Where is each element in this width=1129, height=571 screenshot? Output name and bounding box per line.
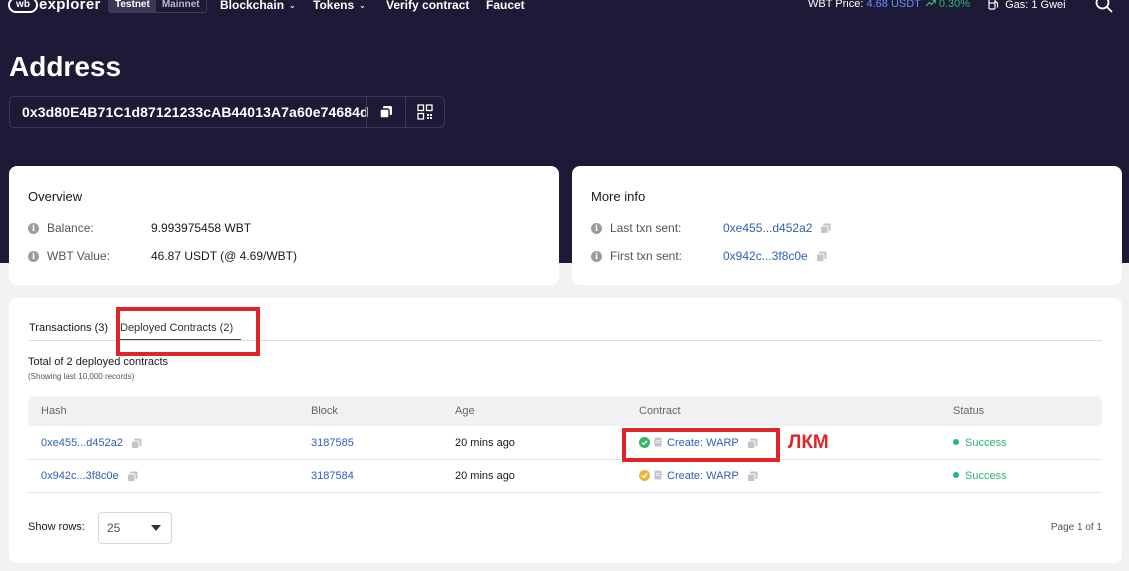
header-block: Block [311, 405, 338, 417]
first-txn-link[interactable]: 0x942c...3f8c0e [723, 249, 808, 263]
caret-down-icon [151, 525, 161, 531]
contract-link[interactable]: Create: WARP [667, 470, 739, 482]
page-indicator: Page 1 of 1 [1050, 522, 1102, 533]
network-mainnet[interactable]: Mainnet [156, 0, 206, 12]
wbt-value-row: i WBT Value: 46.87 USDT (@ 4.69/WBT) [28, 248, 297, 264]
status-label: Success [965, 470, 1007, 482]
total-count: Total of 2 deployed contracts [28, 356, 169, 368]
nav-blockchain-label: Blockchain [220, 0, 285, 12]
network-switch: Testnet Mainnet [108, 0, 207, 13]
gas-value: Gas: 1 Gwei [1005, 0, 1066, 11]
nav-tokens-label: Tokens [313, 0, 355, 12]
wbt-price: WBT Price: 4.68 USDT 0.30% [808, 0, 970, 10]
price-change: 0.30% [938, 0, 971, 10]
info-icon: i [28, 222, 39, 234]
address-box: 0x3d80E4B71C1d87121233cAB44013A7a60e7468… [9, 96, 445, 128]
age-cell: 20 mins ago [455, 437, 515, 449]
showing-note: (Showing last 10,000 records) [28, 372, 135, 381]
search-icon[interactable] [1095, 0, 1113, 13]
copy-icon[interactable] [746, 471, 758, 482]
show-rows-label: Show rows: [28, 521, 85, 533]
first-txn-label: First txn sent: [610, 249, 683, 263]
copy-icon [379, 106, 392, 119]
copy-address-button[interactable] [366, 97, 405, 127]
status-dot-icon [953, 472, 959, 478]
trend-up-icon [925, 0, 937, 7]
document-icon [654, 470, 662, 480]
logo-mark: wb [8, 0, 38, 13]
block-link[interactable]: 3187585 [311, 437, 354, 449]
qr-code-icon [417, 104, 433, 120]
table-row: 0x942c...3f8c0e 3187584 20 mins ago Crea… [28, 460, 1102, 493]
tab-transactions[interactable]: Transactions (3) [25, 318, 116, 341]
copy-icon[interactable] [820, 223, 831, 234]
status-badge: Success [953, 470, 1007, 482]
balance-value: 9.993975458 WBT [151, 221, 252, 235]
hash-cell: 0xe455...d452a2 [41, 437, 142, 449]
chevron-down-icon: ⌄ [359, 1, 366, 10]
age-cell: 20 mins ago [455, 470, 515, 482]
wbt-value-value: 46.87 USDT (@ 4.69/WBT) [151, 249, 298, 263]
last-txn-label: Last txn sent: [610, 221, 682, 235]
rows-per-page-value: 25 [107, 521, 121, 535]
logo[interactable]: wb explorer [8, 0, 101, 13]
balance-row: i Balance: 9.993975458 WBT [28, 220, 251, 236]
page-title: Address [9, 51, 122, 82]
hash-link[interactable]: 0xe455...d452a2 [41, 437, 123, 449]
copy-icon[interactable] [126, 471, 138, 482]
more-info-title: More info [591, 189, 646, 204]
hash-link[interactable]: 0x942c...3f8c0e [41, 470, 119, 482]
overview-title: Overview [28, 189, 83, 204]
nav-blockchain[interactable]: Blockchain ⌄ [220, 0, 296, 12]
overview-card: Overview i Balance: 9.993975458 WBT i WB… [9, 166, 559, 285]
first-txn-row: i First txn sent: 0x942c...3f8c0e [591, 248, 827, 264]
nav-tokens[interactable]: Tokens ⌄ [313, 0, 366, 12]
wbt-value-label: WBT Value: [47, 249, 110, 263]
top-nav: wb explorer Testnet Mainnet Blockchain ⌄ … [0, 0, 1129, 14]
header-status: Status [953, 405, 985, 417]
last-txn-link[interactable]: 0xe455...d452a2 [723, 221, 812, 235]
header-age: Age [455, 405, 475, 417]
info-icon: i [28, 250, 39, 262]
block-link[interactable]: 3187584 [311, 470, 354, 482]
logo-text: explorer [39, 0, 101, 13]
last-txn-row: i Last txn sent: 0xe455...d452a2 [591, 220, 831, 236]
annotation-box-tab [116, 307, 260, 356]
status-badge: Success [953, 437, 1007, 449]
status-label: Success [965, 437, 1007, 449]
header-contract: Contract [639, 405, 681, 417]
chevron-down-icon: ⌄ [289, 1, 296, 10]
info-icon: i [591, 250, 602, 262]
nav-verify-contract[interactable]: Verify contract [386, 0, 469, 12]
status-dot-icon [953, 439, 959, 445]
annotation-label: ЛКМ [788, 432, 829, 453]
table-row: 0xe455...d452a2 3187585 20 mins ago Crea… [28, 427, 1102, 460]
network-testnet[interactable]: Testnet [109, 0, 156, 12]
header-hash: Hash [41, 405, 67, 417]
info-icon: i [591, 222, 602, 234]
gas-price: Gas: 1 Gwei [988, 0, 1066, 11]
gas-pump-icon [988, 0, 999, 10]
table-header: Hash Block Age Contract Status [28, 396, 1102, 426]
copy-icon[interactable] [130, 438, 142, 449]
contract-cell: Create: WARP [639, 470, 758, 482]
address-value: 0x3d80E4B71C1d87121233cAB44013A7a60e7468… [22, 104, 369, 120]
more-info-card: More info i Last txn sent: 0xe455...d452… [572, 166, 1122, 285]
price-value: 4.68 USDT [866, 0, 921, 10]
balance-label: Balance: [47, 221, 94, 235]
annotation-box-contract [622, 428, 780, 462]
nav-faucet[interactable]: Faucet [486, 0, 525, 12]
rows-per-page-select[interactable]: 25 [98, 512, 172, 544]
qr-code-button[interactable] [405, 97, 444, 127]
check-circle-icon [639, 470, 650, 481]
hash-cell: 0x942c...3f8c0e [41, 470, 138, 482]
price-label: WBT Price: [808, 0, 864, 10]
copy-icon[interactable] [815, 251, 827, 262]
